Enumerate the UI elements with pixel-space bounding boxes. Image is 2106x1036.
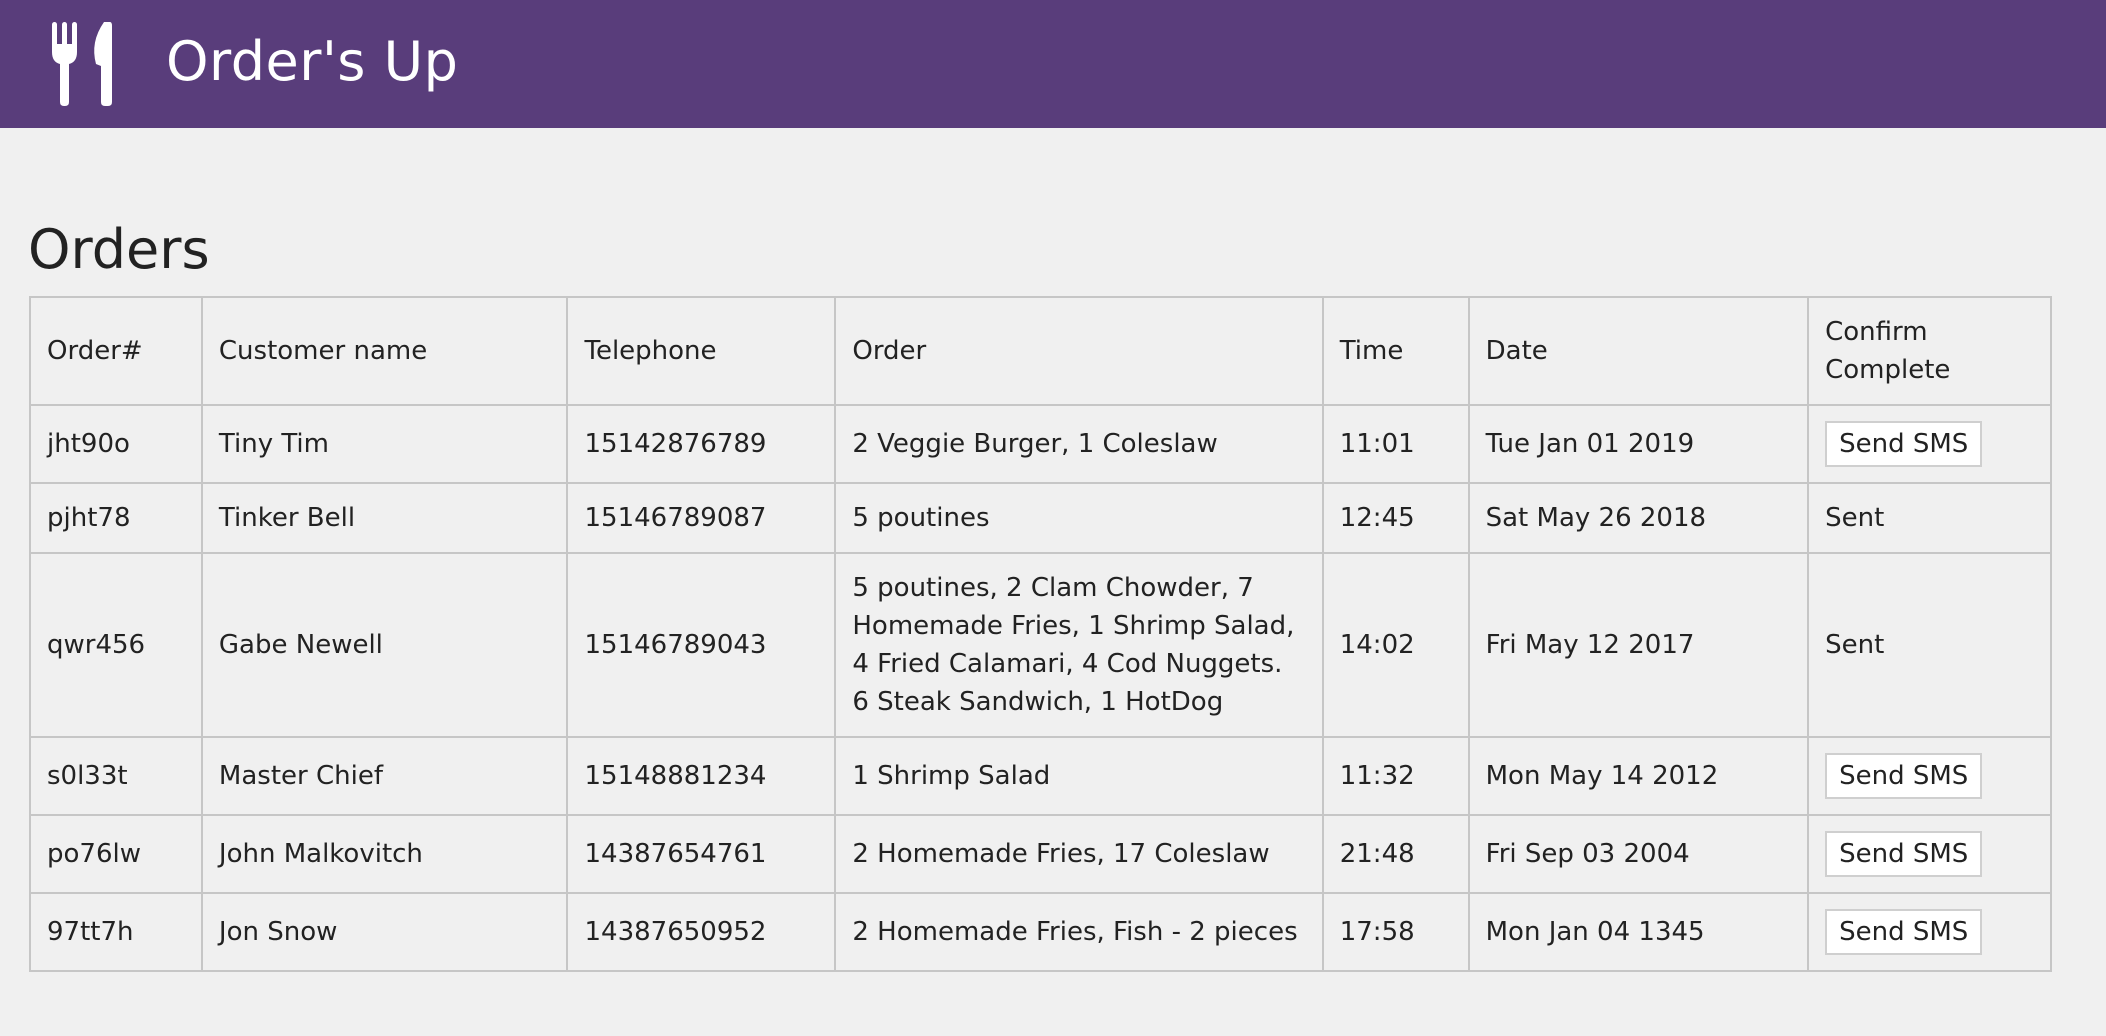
header-order: Order xyxy=(834,296,1324,406)
send-sms-button[interactable]: Send SMS xyxy=(1825,909,1983,955)
cell-order: 2 Homemade Fries, 17 Coleslaw xyxy=(834,814,1324,894)
cell-order-id: s0l33t xyxy=(29,736,203,816)
cell-order-id: qwr456 xyxy=(29,552,203,738)
header-order-number: Order# xyxy=(29,296,203,406)
orders-table: Order# Customer name Telephone Order Tim… xyxy=(29,296,2052,972)
cell-date: Mon Jan 04 1345 xyxy=(1467,892,1810,972)
cell-order-id: po76lw xyxy=(29,814,203,894)
cell-order: 5 poutines, 2 Clam Chowder, 7 Homemade F… xyxy=(834,552,1324,738)
header-customer-name: Customer name xyxy=(200,296,569,406)
cell-customer: Jon Snow xyxy=(200,892,569,972)
header-time: Time xyxy=(1321,296,1470,406)
table-row: po76lw John Malkovitch 14387654761 2 Hom… xyxy=(29,814,2052,894)
table-row: jht90o Tiny Tim 15142876789 2 Veggie Bur… xyxy=(29,404,2052,484)
cell-date: Fri Sep 03 2004 xyxy=(1467,814,1810,894)
cell-date: Sat May 26 2018 xyxy=(1467,482,1810,554)
cell-order: 1 Shrimp Salad xyxy=(834,736,1324,816)
cell-telephone: 14387654761 xyxy=(566,814,837,894)
cell-date: Fri May 12 2017 xyxy=(1467,552,1810,738)
cell-time: 11:01 xyxy=(1321,404,1470,484)
cell-time: 17:58 xyxy=(1321,892,1470,972)
cell-time: 21:48 xyxy=(1321,814,1470,894)
send-sms-button[interactable]: Send SMS xyxy=(1825,753,1983,799)
cell-telephone: 15146789087 xyxy=(566,482,837,554)
table-row: pjht78 Tinker Bell 15146789087 5 poutine… xyxy=(29,482,2052,554)
cell-telephone: 15142876789 xyxy=(566,404,837,484)
cell-customer: Gabe Newell xyxy=(200,552,569,738)
send-sms-button[interactable]: Send SMS xyxy=(1825,421,1983,467)
table-row: 97tt7h Jon Snow 14387650952 2 Homemade F… xyxy=(29,892,2052,972)
cell-order-id: jht90o xyxy=(29,404,203,484)
cell-confirm-sent: Sent xyxy=(1807,552,2052,738)
cell-telephone: 15146789043 xyxy=(566,552,837,738)
cell-customer: Tinker Bell xyxy=(200,482,569,554)
cell-customer: Tiny Tim xyxy=(200,404,569,484)
cell-confirm: Send SMS xyxy=(1807,814,2052,894)
header-date: Date xyxy=(1467,296,1810,406)
table-row: qwr456 Gabe Newell 15146789043 5 poutine… xyxy=(29,552,2052,738)
cell-date: Tue Jan 01 2019 xyxy=(1467,404,1810,484)
send-sms-button[interactable]: Send SMS xyxy=(1825,831,1983,877)
cell-order: 5 poutines xyxy=(834,482,1324,554)
app-title: Order's Up xyxy=(166,30,459,93)
cell-customer: John Malkovitch xyxy=(200,814,569,894)
app-header: Order's Up xyxy=(0,0,2106,128)
table-header-row: Order# Customer name Telephone Order Tim… xyxy=(29,296,2052,406)
cell-confirm: Send SMS xyxy=(1807,736,2052,816)
cell-telephone: 15148881234 xyxy=(566,736,837,816)
page-title: Orders xyxy=(28,218,210,281)
cell-order-id: 97tt7h xyxy=(29,892,203,972)
header-confirm-complete: Confirm Complete xyxy=(1807,296,2052,406)
cell-confirm: Send SMS xyxy=(1807,404,2052,484)
table-row: s0l33t Master Chief 15148881234 1 Shrimp… xyxy=(29,736,2052,816)
utensils-icon xyxy=(52,22,112,106)
cell-time: 14:02 xyxy=(1321,552,1470,738)
cell-telephone: 14387650952 xyxy=(566,892,837,972)
cell-date: Mon May 14 2012 xyxy=(1467,736,1810,816)
cell-order: 2 Veggie Burger, 1 Coleslaw xyxy=(834,404,1324,484)
cell-confirm-sent: Sent xyxy=(1807,482,2052,554)
cell-order-id: pjht78 xyxy=(29,482,203,554)
cell-order: 2 Homemade Fries, Fish - 2 pieces xyxy=(834,892,1324,972)
cell-customer: Master Chief xyxy=(200,736,569,816)
cell-time: 11:32 xyxy=(1321,736,1470,816)
cell-confirm: Send SMS xyxy=(1807,892,2052,972)
header-telephone: Telephone xyxy=(566,296,837,406)
cell-time: 12:45 xyxy=(1321,482,1470,554)
